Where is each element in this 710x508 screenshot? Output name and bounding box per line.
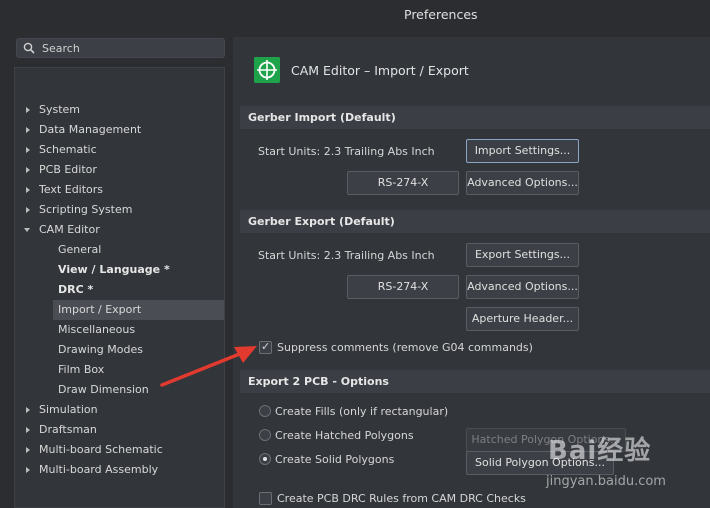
annotation-arrow-icon: [160, 346, 257, 387]
tree-item[interactable]: Multi-board Assembly: [15, 460, 224, 480]
tree-item-label: Simulation: [39, 403, 98, 416]
chevron-right-icon[interactable]: [26, 407, 30, 413]
window-titlebar: Preferences: [0, 0, 710, 30]
left-panel: Search System Data Management Schematic PCB…: [14, 37, 226, 508]
tree-item[interactable]: Draftsman: [15, 420, 224, 440]
import-settings-button[interactable]: Import Settings...: [466, 139, 579, 163]
tree-item-label: DRC *: [58, 283, 94, 296]
chevron-right-icon[interactable]: [26, 147, 30, 153]
drc-rules-label: Create PCB DRC Rules from CAM DRC Checks: [277, 492, 526, 505]
chevron-right-icon[interactable]: [26, 427, 30, 433]
radio-create-hatched[interactable]: [259, 429, 271, 441]
tree-item[interactable]: Multi-board Schematic: [15, 440, 224, 460]
tree-item[interactable]: CAM Editor: [15, 220, 224, 240]
search-label: Search: [42, 42, 80, 55]
radio-create-fills[interactable]: [259, 405, 271, 417]
tree-item[interactable]: Scripting System: [15, 200, 224, 220]
tree-item-label: Scripting System: [39, 203, 133, 216]
preferences-tree: System Data Management Schematic PCB Editor…: [14, 67, 225, 508]
tree-item[interactable]: Schematic: [15, 140, 224, 160]
tree-item-label: Draftsman: [39, 423, 97, 436]
chevron-right-icon[interactable]: [26, 467, 30, 473]
chevron-right-icon[interactable]: [26, 107, 30, 113]
chevron-down-icon[interactable]: [24, 228, 30, 232]
import-format-button[interactable]: RS-274-X: [347, 171, 459, 195]
create-hatched-label: Create Hatched Polygons: [275, 429, 414, 442]
chevron-right-icon[interactable]: [26, 167, 30, 173]
import-advanced-options-button[interactable]: Advanced Options...: [466, 171, 579, 195]
import-start-units: Start Units: 2.3 Trailing Abs Inch: [258, 145, 435, 158]
tree-item-label: PCB Editor: [39, 163, 97, 176]
tree-item[interactable]: PCB Editor: [15, 160, 224, 180]
tree-item-label: Film Box: [58, 363, 105, 376]
tree-item[interactable]: DRC *: [15, 280, 224, 300]
export-advanced-options-button[interactable]: Advanced Options...: [466, 275, 579, 299]
section-gerber-export: Gerber Export (Default): [240, 210, 710, 233]
tree-item-label: Draw Dimension: [58, 383, 149, 396]
tree-item-label: Multi-board Assembly: [39, 463, 159, 476]
suppress-comments-label: Suppress comments (remove G04 commands): [277, 341, 533, 354]
tree-item-label: System: [39, 103, 81, 116]
search-icon: [23, 42, 35, 54]
export-settings-button[interactable]: Export Settings...: [466, 243, 579, 267]
tree-item-label: Multi-board Schematic: [39, 443, 163, 456]
tree-item[interactable]: View / Language *: [15, 260, 224, 280]
search-input[interactable]: Search: [16, 38, 225, 58]
tree-item-label: General: [58, 243, 102, 256]
radio-create-solid[interactable]: [259, 453, 271, 465]
watermark-url: jingyan.baidu.com: [546, 474, 666, 489]
tree-item[interactable]: Miscellaneous: [15, 320, 224, 340]
drc-rules-checkbox[interactable]: [259, 492, 272, 505]
tree-item[interactable]: Import / Export: [53, 300, 224, 320]
create-fills-label: Create Fills (only if rectangular): [275, 405, 449, 418]
tree-item-label: Schematic: [39, 143, 97, 156]
tree-item[interactable]: Simulation: [15, 400, 224, 420]
window-title: Preferences: [404, 7, 478, 22]
watermark-brand: Bai经验: [548, 436, 652, 466]
page-title: CAM Editor – Import / Export: [291, 63, 469, 78]
tree-item-label: Drawing Modes: [58, 343, 143, 356]
tree-item[interactable]: System: [15, 100, 224, 120]
chevron-right-icon[interactable]: [26, 127, 30, 133]
tree-item-label: Text Editors: [39, 183, 104, 196]
tree-item[interactable]: Text Editors: [15, 180, 224, 200]
tree-item-label: Import / Export: [58, 303, 142, 316]
tree-item[interactable]: General: [15, 240, 224, 260]
export-format-button[interactable]: RS-274-X: [347, 275, 459, 299]
chevron-right-icon[interactable]: [26, 187, 30, 193]
section-export2pcb: Export 2 PCB - Options: [240, 370, 710, 393]
create-solid-label: Create Solid Polygons: [275, 453, 395, 466]
tree-item-label: CAM Editor: [39, 223, 100, 236]
section-gerber-import: Gerber Import (Default): [240, 106, 710, 129]
chevron-right-icon[interactable]: [26, 447, 30, 453]
export-start-units: Start Units: 2.3 Trailing Abs Inch: [258, 249, 435, 262]
tree-item[interactable]: Data Management: [15, 120, 224, 140]
tree-item-label: Data Management: [39, 123, 142, 136]
aperture-header-button[interactable]: Aperture Header...: [466, 307, 579, 331]
tree-item-label: View / Language *: [58, 263, 170, 276]
tree-item-label: Miscellaneous: [58, 323, 136, 336]
cam-editor-icon: [254, 57, 280, 83]
chevron-right-icon[interactable]: [26, 207, 30, 213]
baidu-watermark: Bai经验 jingyan.baidu.com: [530, 430, 700, 500]
